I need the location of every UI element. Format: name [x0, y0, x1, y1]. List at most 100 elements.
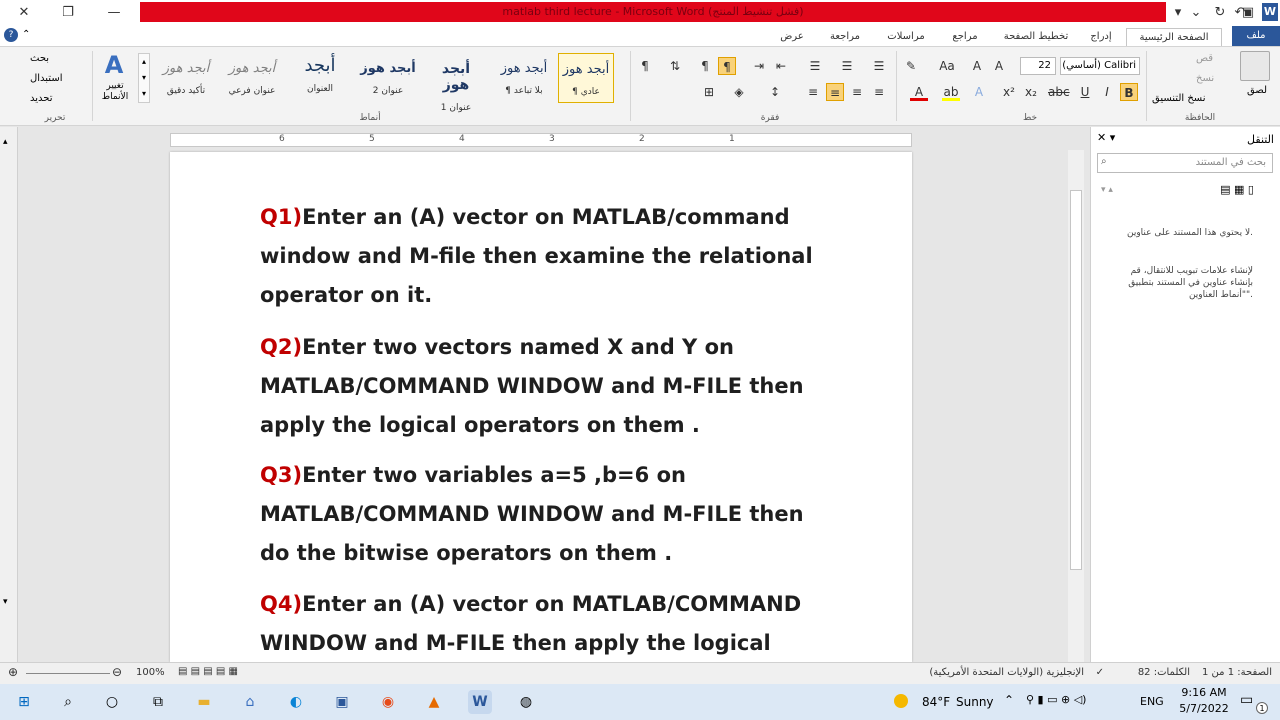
style-heading-2[interactable]: أبجد هوز عنوان 2 — [360, 53, 416, 103]
view-buttons[interactable]: ▤ ▤ ▤ ▤ ▦ — [178, 666, 238, 677]
nav-view-tabs[interactable]: ▤ ▦ ▯ — [1201, 183, 1273, 203]
superscript-icon[interactable]: x² — [1000, 83, 1018, 101]
obs-icon[interactable]: ◍ — [514, 690, 538, 714]
word-icon[interactable]: W — [468, 690, 492, 714]
redo-icon[interactable]: ↻ — [1210, 3, 1230, 23]
scroll-up-icon[interactable]: ▴ — [3, 137, 8, 147]
close-icon[interactable]: ✕ — [14, 3, 34, 23]
paste-icon[interactable] — [1240, 51, 1270, 81]
change-case-icon[interactable]: Aa — [938, 57, 956, 75]
word-count[interactable]: الكلمات: 82 — [1138, 667, 1190, 678]
nav-up-down-icon[interactable]: ▾ ▴ — [1101, 185, 1113, 195]
tab-file[interactable]: ملف — [1232, 26, 1280, 46]
language-status[interactable]: الإنجليزية (الولايات المتحدة الأمريكية) — [929, 667, 1084, 678]
paste-button[interactable]: لصق — [1240, 85, 1274, 96]
document-page[interactable]: Q1)Enter an (A) vector on MATLAB/command… — [170, 152, 912, 662]
select-button[interactable]: تحديد — [30, 93, 53, 104]
chrome-icon[interactable]: ◉ — [376, 690, 400, 714]
shrink-font-icon[interactable]: A — [968, 57, 986, 75]
rtl-icon[interactable]: ¶ — [718, 57, 736, 75]
save-icon[interactable]: ▣ — [1238, 3, 1258, 23]
tray-icons[interactable]: ⚲ ▮ ▭ ⊕ ◁) — [1026, 693, 1086, 706]
strikethrough-icon[interactable]: abc — [1048, 83, 1070, 101]
search-icon[interactable]: ⌕ — [56, 690, 80, 714]
close-icon[interactable]: ✕ ▾ — [1097, 131, 1115, 144]
cut-button[interactable]: قص — [1196, 53, 1213, 64]
matlab-icon[interactable]: ▲ — [422, 690, 446, 714]
style-normal[interactable]: أبجد هوز ¶ عادي — [558, 53, 614, 103]
bold-icon[interactable]: B — [1120, 83, 1138, 101]
scroll-down-icon[interactable]: ▾ — [3, 597, 8, 607]
show-formatting-icon[interactable]: ¶ — [636, 57, 654, 75]
tab-insert[interactable]: إدراج — [1080, 28, 1122, 46]
underline-icon[interactable]: U — [1076, 83, 1094, 101]
font-name-select[interactable]: (أساسي) Calibri — [1060, 57, 1140, 75]
proofing-icon[interactable]: ✓ — [1096, 667, 1104, 678]
align-right-icon[interactable]: ≡ — [870, 83, 888, 101]
weather-text[interactable]: Sunny — [956, 695, 994, 709]
center-icon[interactable]: ≡ — [848, 83, 866, 101]
tab-mailings[interactable]: مراسلات — [876, 28, 936, 46]
copy-button[interactable]: نسخ — [1196, 73, 1214, 84]
change-styles-button[interactable]: تغيير الأنماط — [96, 81, 134, 103]
tab-review[interactable]: مراجعة — [818, 28, 872, 46]
zoom-slider[interactable] — [26, 673, 110, 674]
find-button[interactable]: بحث — [30, 53, 49, 64]
weather-temp[interactable]: 84°F — [922, 695, 950, 709]
font-size-select[interactable]: 22 — [1020, 57, 1056, 75]
align-left-icon[interactable]: ≡ — [826, 83, 844, 101]
file-explorer-icon[interactable]: ▬ — [192, 690, 216, 714]
network-app-icon[interactable]: ⌂ — [238, 690, 262, 714]
style-subtle-emphasis[interactable]: أبجد هوز تأكيد دقيق — [158, 53, 214, 103]
minimize-icon[interactable]: — — [104, 3, 124, 23]
edge-icon[interactable]: ◐ — [284, 690, 308, 714]
help-icon[interactable]: ? — [4, 28, 18, 42]
restore-icon[interactable]: ❐ — [58, 3, 78, 23]
italic-icon[interactable]: I — [1098, 83, 1116, 101]
borders-icon[interactable]: ⊞ — [700, 83, 718, 101]
sort-icon[interactable]: ⇅ — [666, 57, 684, 75]
style-title[interactable]: أبجد العنوان — [292, 53, 348, 103]
input-language[interactable]: ENG — [1140, 695, 1164, 708]
tab-references[interactable]: مراجع — [940, 28, 990, 46]
clear-format-icon[interactable]: ✎ — [902, 57, 920, 75]
format-painter-button[interactable]: نسخ التنسيق — [1152, 93, 1205, 104]
change-styles-icon[interactable]: A — [100, 51, 128, 79]
notifications-icon[interactable]: ▭ — [1240, 692, 1253, 708]
tray-chevron-icon[interactable]: ⌃ — [1004, 693, 1014, 707]
decrease-indent-icon[interactable]: ⇤ — [772, 57, 790, 75]
zoom-in-icon[interactable]: ⊕ — [8, 665, 18, 679]
task-view-icon[interactable]: ⧉ — [146, 690, 170, 714]
zoom-level[interactable]: 100% — [136, 667, 165, 678]
ribbon-options-icon[interactable]: ▾ — [1168, 3, 1188, 23]
store-icon[interactable]: ▣ — [330, 690, 354, 714]
style-heading-1[interactable]: أبجد هوز عنوان 1 — [428, 53, 484, 113]
clock-time[interactable]: 9:16 AM — [1180, 686, 1228, 699]
shading-icon[interactable]: ◈ — [730, 83, 748, 101]
zoom-out-icon[interactable]: ⊖ — [112, 665, 122, 679]
style-subtitle[interactable]: أبجد هوز عنوان فرعي — [224, 53, 280, 103]
tab-home[interactable]: الصفحة الرئيسية — [1126, 28, 1222, 46]
styles-scroll-icon[interactable]: ▴ ▾ ▾ — [138, 53, 150, 103]
cortana-icon[interactable]: ○ — [100, 690, 124, 714]
line-spacing-icon[interactable]: ↕ — [766, 83, 784, 101]
clock-date[interactable]: 5/7/2022 — [1176, 702, 1232, 715]
vertical-scrollbar[interactable] — [1068, 150, 1084, 662]
tab-view[interactable]: عرض — [772, 28, 812, 46]
replace-button[interactable]: استبدال — [30, 73, 63, 84]
horizontal-ruler[interactable]: 6 5 4 3 2 1 — [170, 133, 912, 147]
bullets-icon[interactable]: ☰ — [870, 57, 888, 75]
minimize-ribbon-icon[interactable]: ⌃ — [22, 29, 30, 40]
numbering-icon[interactable]: ☰ — [838, 57, 856, 75]
text-effects-icon[interactable]: A — [970, 83, 988, 101]
ltr-icon[interactable]: ¶ — [696, 57, 714, 75]
subscript-icon[interactable]: x₂ — [1022, 83, 1040, 101]
increase-indent-icon[interactable]: ⇥ — [750, 57, 768, 75]
font-color-icon[interactable]: A — [910, 83, 928, 101]
multilevel-list-icon[interactable]: ☰ — [806, 57, 824, 75]
windows-start-icon[interactable]: ⊞ — [12, 690, 36, 714]
justify-icon[interactable]: ≡ — [804, 83, 822, 101]
page-count[interactable]: الصفحة: 1 من 1 — [1202, 667, 1272, 678]
style-no-spacing[interactable]: أبجد هوز ¶ بلا تباعد — [496, 53, 552, 103]
grow-font-icon[interactable]: A — [990, 57, 1008, 75]
